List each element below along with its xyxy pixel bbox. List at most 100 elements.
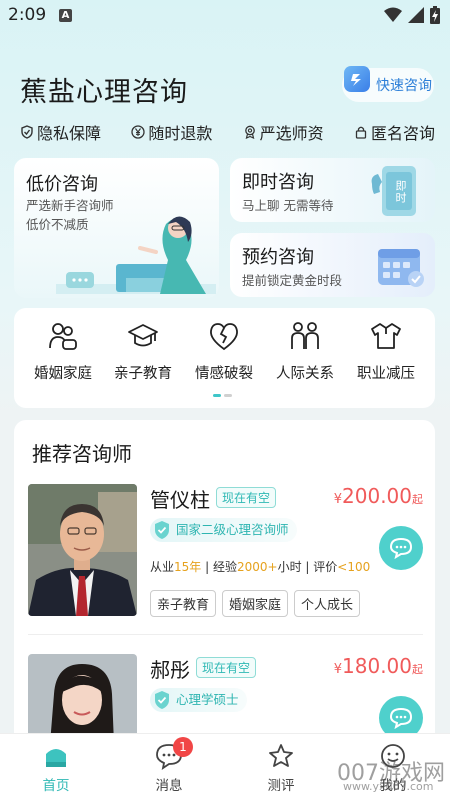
tab-home[interactable]: 首页 (26, 742, 86, 794)
page-indicator (213, 394, 232, 397)
page-dot (224, 394, 232, 397)
quick-consult-button[interactable]: 快速咨询 (342, 66, 434, 102)
counselor-photo (28, 484, 137, 616)
price-value: 200.00 (342, 484, 412, 508)
instant-illustration-text: 即时 (394, 180, 407, 204)
shield-icon (21, 125, 33, 139)
section-title: 推荐咨询师 (32, 442, 132, 466)
tab-label: 测评 (267, 778, 295, 794)
notification-a-icon: A (59, 9, 72, 22)
page-dot-active (213, 394, 221, 397)
appointment-consult-card[interactable]: 预约咨询 提前锁定黄金时段 (230, 233, 435, 297)
feature-privacy: 隐私保障 (20, 120, 101, 144)
category-label: 情感破裂 (195, 366, 253, 382)
counselor-name: 管仪柱 (150, 488, 210, 512)
availability-badge: 现在有空 (216, 487, 277, 508)
specialty-tag: 亲子教育 (150, 590, 217, 617)
price-currency: ¥ (333, 492, 343, 507)
counselor-illustration (56, 216, 216, 294)
battery-icon (430, 6, 440, 24)
people-icon (291, 322, 319, 349)
certification-text: 心理学硕士 (176, 692, 239, 707)
category-career-stress[interactable]: 职业减压 (344, 320, 428, 383)
verified-shield-icon (155, 521, 169, 539)
appointment-subtitle: 提前锁定黄金时段 (242, 273, 343, 288)
counselor-price: ¥180.00起 (334, 654, 423, 678)
category-grid: 婚姻家庭 亲子教育 情感破裂 人际关系 职业减压 (14, 308, 435, 408)
price-currency: ¥ (333, 662, 343, 677)
feature-label: 匿名咨询 (370, 124, 435, 143)
recommended-counselors: 推荐咨询师 管仪柱 现在有空 ¥200.00起 国家二级心理咨询师 从业15年 … (14, 420, 435, 750)
category-label: 人际关系 (276, 366, 334, 382)
lock-icon (355, 126, 367, 139)
counselor-card[interactable]: 管仪柱 现在有空 ¥200.00起 国家二级心理咨询师 从业15年 | 经验20… (28, 484, 423, 624)
stats-hours: 2000+ (236, 560, 278, 574)
instant-title: 即时咨询 (242, 172, 314, 193)
instant-subtitle: 马上聊 无需等待 (242, 198, 334, 213)
couple-icon (49, 323, 77, 350)
low-price-title: 低价咨询 (26, 174, 98, 195)
tab-label: 消息 (155, 778, 183, 794)
status-time: 2:09 (8, 5, 47, 25)
stats-years: 15年 (174, 560, 202, 574)
specialty-tags: 亲子教育 婚姻家庭 个人成长 (150, 590, 361, 617)
category-label: 婚姻家庭 (34, 366, 92, 382)
feature-label: 隐私保障 (37, 124, 102, 143)
certification-badge: 心理学硕士 (150, 688, 247, 712)
feature-teachers: 严选师资 (243, 120, 324, 144)
feature-list: 隐私保障 随时退款 严选师资 匿名咨询 (20, 120, 435, 144)
signal-icon (408, 7, 424, 23)
unread-badge: 1 (173, 737, 193, 757)
tab-assessment[interactable]: 测评 (251, 742, 311, 794)
wifi-icon (384, 7, 402, 22)
specialty-tag: 婚姻家庭 (222, 590, 289, 617)
category-label: 职业减压 (357, 366, 415, 382)
category-relationships[interactable]: 人际关系 (263, 320, 347, 383)
feature-refund: 随时退款 (131, 120, 212, 144)
price-suffix: 起 (412, 493, 423, 506)
app-title: 蕉盐心理咨询 (20, 77, 188, 108)
chat-bubble-icon (389, 707, 413, 729)
counselor-stats: 从业15年 | 经验2000+小时 | 评价<100 (150, 558, 370, 575)
counselor-name: 郝彤 (150, 658, 190, 682)
counselor-price: ¥200.00起 (334, 484, 423, 508)
watermark-url: www.yx007.com (343, 780, 434, 793)
price-value: 180.00 (342, 654, 412, 678)
home-icon (46, 749, 66, 767)
availability-badge: 现在有空 (196, 657, 257, 678)
broken-heart-icon (210, 323, 238, 351)
stats-reviews: <100 (337, 560, 371, 574)
quick-consult-label: 快速咨询 (376, 78, 432, 94)
stats-text: | 经验 (201, 560, 237, 574)
certification-text: 国家二级心理咨询师 (176, 522, 289, 537)
star-icon (269, 744, 293, 767)
shirt-icon (371, 323, 401, 349)
yen-icon (131, 125, 145, 139)
chat-button[interactable] (379, 526, 423, 570)
price-suffix: 起 (412, 663, 423, 676)
stats-text: 小时 | 评价 (277, 560, 338, 574)
feature-label: 随时退款 (148, 124, 213, 143)
specialty-tag: 个人成长 (294, 590, 361, 617)
instant-consult-card[interactable]: 即时咨询 马上聊 无需等待 即时 (230, 158, 435, 222)
chat-bubble-icon (389, 537, 413, 559)
feature-label: 严选师资 (259, 124, 324, 143)
status-bar: 2:09 A (0, 0, 450, 32)
graduation-cap-icon (128, 324, 158, 347)
medal-icon (244, 125, 255, 139)
stats-text: 从业 (150, 560, 175, 574)
category-marriage-family[interactable]: 婚姻家庭 (21, 320, 105, 383)
divider (28, 634, 423, 635)
feature-anonymous: 匿名咨询 (354, 120, 435, 144)
low-price-consult-card[interactable]: 低价咨询 严选新手咨询师 低价不减质 (14, 158, 219, 298)
verified-shield-icon (155, 691, 169, 709)
certification-badge: 国家二级心理咨询师 (150, 518, 297, 542)
category-label: 亲子教育 (114, 366, 172, 382)
tab-label: 首页 (42, 778, 70, 794)
category-parenting[interactable]: 亲子教育 (101, 320, 185, 383)
appointment-title: 预约咨询 (242, 247, 314, 268)
tab-messages[interactable]: 1 消息 (139, 737, 199, 794)
quick-consult-icon (344, 66, 370, 92)
category-breakup[interactable]: 情感破裂 (182, 320, 266, 383)
status-icons (384, 6, 440, 24)
